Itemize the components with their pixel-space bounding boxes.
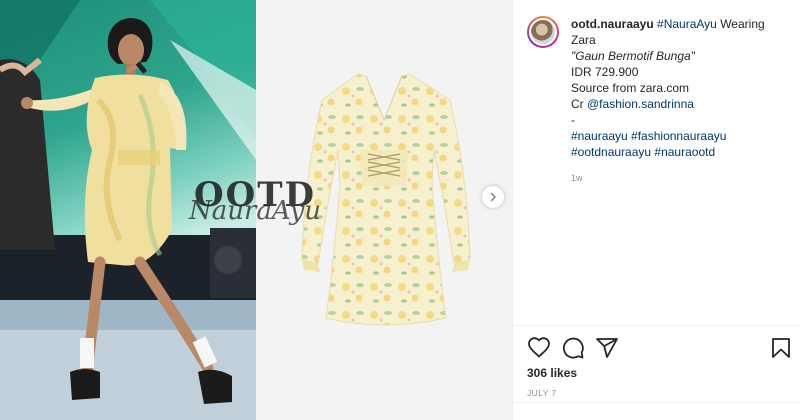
post-media-carousel[interactable]: OOTD NauraAyu — [0, 0, 512, 420]
post-date[interactable]: JULY 7 — [527, 388, 557, 398]
instagram-post: OOTD NauraAyu ootd.nauraayu #NauraAyu We… — [0, 0, 800, 420]
stage-performance-illustration — [0, 0, 256, 420]
post-details-panel: ootd.nauraayu #NauraAyu Wearing Zara "Ga… — [512, 0, 800, 420]
hashtags-line-1[interactable]: #nauraayu #fashionnauraayu — [571, 128, 786, 144]
stage-performance-photo — [0, 0, 256, 420]
product-photo — [256, 0, 512, 420]
avatar-image — [529, 18, 557, 46]
caption-text-wearing: Wearing — [716, 17, 765, 31]
caption-section: ootd.nauraayu #NauraAyu Wearing Zara "Ga… — [513, 0, 800, 326]
caption-source: Source from zara.com — [571, 81, 690, 95]
comment-icon[interactable] — [561, 336, 585, 360]
caption-credit-prefix: Cr — [571, 97, 587, 111]
username-link[interactable]: ootd.nauraayu — [571, 17, 654, 31]
heart-icon[interactable] — [527, 336, 551, 360]
caption-credit: Cr @fashion.sandrinna — [571, 96, 786, 112]
hashtags-line-2[interactable]: #ootdnauraayu #nauraootd — [571, 144, 786, 160]
comment-divider — [513, 402, 800, 403]
chevron-right-icon — [490, 192, 496, 202]
hashtag-nauraayu-link[interactable]: #NauraAyu — [657, 17, 717, 31]
bookmark-icon[interactable] — [769, 336, 793, 360]
caption-product-name: "Gaun Bermotif Bunga" — [571, 49, 695, 63]
paper-plane-icon[interactable] — [595, 336, 619, 360]
likes-count[interactable]: 306 likes — [527, 366, 577, 380]
post-caption: ootd.nauraayu #NauraAyu Wearing Zara "Ga… — [571, 16, 786, 325]
avatar[interactable] — [527, 16, 559, 48]
floral-dress-illustration — [301, 73, 471, 326]
carousel-next-button[interactable] — [482, 186, 504, 208]
credit-mention-link[interactable]: @fashion.sandrinna — [587, 97, 694, 111]
post-age[interactable]: 1w — [571, 170, 786, 186]
caption-brand: Zara — [571, 33, 596, 47]
caption-dash: - — [571, 113, 575, 127]
post-actions-bar — [527, 336, 793, 360]
caption-line-1: ootd.nauraayu #NauraAyu Wearing — [571, 16, 786, 32]
caption-price: IDR 729.900 — [571, 65, 639, 79]
